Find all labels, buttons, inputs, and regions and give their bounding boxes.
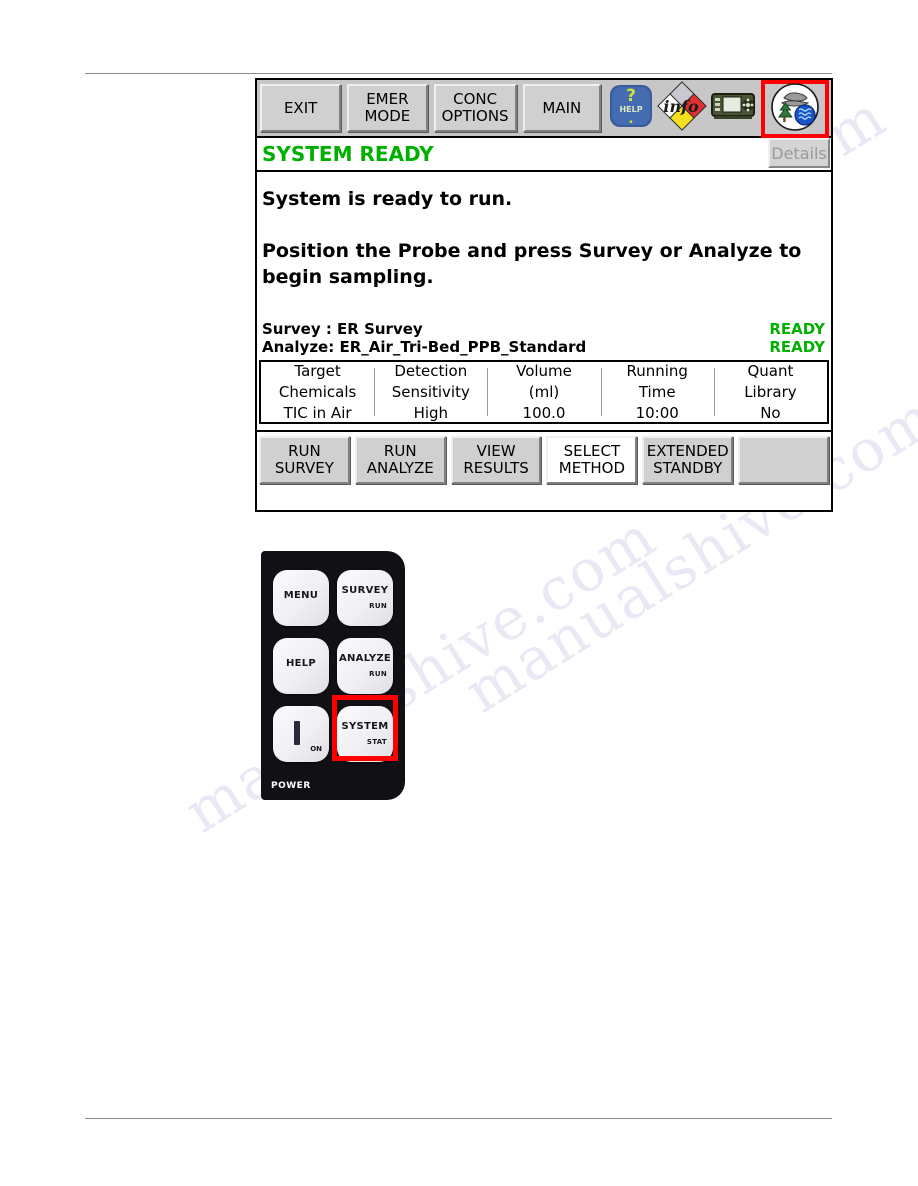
extended-standby-line2: STANDBY (653, 459, 723, 477)
keypad-key-analyze-label: ANALYZE (338, 653, 392, 664)
help-icon[interactable]: ? HELP . (609, 84, 653, 132)
table-column-target-chemicals: Target Chemicals TIC in Air (261, 362, 374, 422)
extended-standby-line1: EXTENDED (646, 442, 729, 460)
column-header-line1: Volume (516, 361, 572, 380)
method-summary: Survey : ER Survey READY Analyze: ER_Air… (257, 320, 831, 356)
device-screen: EXIT EMER MODE CONC OPTIONS MAIN ? HELP … (255, 78, 833, 512)
keypad-key-power-sublabel: ON (310, 745, 322, 753)
analyze-method-label: Analyze: ER_Air_Tri-Bed_PPB_Standard (262, 338, 587, 356)
page-footer-rule (85, 1118, 832, 1119)
table-column-quant-library: Quant Library No (713, 361, 827, 422)
column-header-line1: Detection (394, 361, 468, 380)
extended-standby-button[interactable]: EXTENDED STANDBY (642, 436, 734, 484)
power-bar-icon (294, 721, 300, 745)
message-body: System is ready to run. Position the Pro… (257, 172, 831, 320)
emer-mode-button[interactable]: EMER MODE (347, 84, 428, 132)
column-header-line1: Target (294, 361, 341, 380)
conc-options-line1: CONC (453, 90, 498, 108)
run-survey-button[interactable]: RUN SURVEY (259, 436, 350, 484)
keypad-key-help[interactable]: HELP (273, 638, 329, 694)
table-column-volume: Volume (ml) 100.0 (487, 362, 600, 422)
message-line-2: Position the Probe and press Survey or A… (262, 240, 802, 262)
emer-mode-line2: MODE (364, 107, 411, 125)
keypad-key-analyze-sublabel: RUN (369, 670, 387, 678)
column-value: 10:00 (635, 403, 679, 422)
table-column-detection-sensitivity: Detection Sensitivity High (374, 362, 487, 422)
run-survey-line1: RUN (288, 442, 321, 460)
keypad-key-survey-label: SURVEY (341, 585, 389, 596)
main-button-line1: MAIN (542, 98, 582, 117)
watermark-line: manualshive.com (173, 501, 668, 847)
info-icon[interactable]: info (657, 81, 707, 135)
keypad-key-system[interactable]: SYSTEM STAT (337, 706, 393, 762)
toolbar: EXIT EMER MODE CONC OPTIONS MAIN ? HELP … (257, 80, 831, 138)
instrument-icon[interactable] (711, 90, 755, 126)
keypad-key-system-label: SYSTEM (341, 721, 389, 732)
function-button-row: RUN SURVEY RUN ANALYZE VIEW RESULTS SELE… (257, 430, 831, 484)
toolbar-icon-group: ? HELP . info (609, 79, 829, 138)
column-value: 100.0 (522, 403, 566, 422)
keypad-key-analyze[interactable]: ANALYZE RUN (337, 638, 393, 694)
view-results-line1: VIEW (476, 442, 516, 460)
details-button[interactable]: Details (768, 138, 830, 168)
environment-icon-highlight (761, 80, 829, 138)
column-header-line2: Time (638, 382, 676, 401)
survey-method-row: Survey : ER Survey READY (262, 320, 825, 338)
run-analyze-line1: RUN (383, 442, 417, 460)
conc-options-button[interactable]: CONC OPTIONS (433, 84, 517, 132)
svg-text:?: ? (626, 86, 636, 106)
page-header-rule (85, 73, 832, 74)
message-line-3: begin sampling. (262, 266, 434, 288)
run-analyze-button[interactable]: RUN ANALYZE (354, 436, 446, 484)
keypad-key-menu[interactable]: MENU (273, 570, 329, 626)
select-method-line1: SELECT (563, 442, 621, 460)
exit-button-line1: EXIT (283, 98, 318, 117)
survey-method-label: Survey : ER Survey (262, 320, 423, 338)
column-header-line1: Running (626, 361, 688, 380)
status-bar: SYSTEM READY Details (257, 138, 831, 172)
blank-button[interactable] (738, 436, 829, 484)
analyze-method-state: READY (769, 338, 825, 356)
select-method-button[interactable]: SELECT METHOD (546, 436, 638, 484)
conc-options-line2: OPTIONS (441, 107, 509, 125)
view-results-line2: RESULTS (463, 459, 529, 477)
main-button[interactable]: MAIN (522, 84, 601, 132)
column-header-line2: Library (744, 382, 797, 401)
keypad-grid: MENU SURVEY RUN HELP ANALYZE RUN ON SYST… (273, 570, 395, 782)
environment-icon[interactable] (768, 83, 822, 135)
keypad-key-power[interactable]: ON (273, 706, 329, 762)
column-value: High (413, 403, 449, 422)
system-status-text: SYSTEM READY (262, 142, 434, 166)
power-label: POWER (271, 781, 311, 791)
method-parameters-table: Target Chemicals TIC in Air Detection Se… (259, 360, 829, 424)
analyze-method-row: Analyze: ER_Air_Tri-Bed_PPB_Standard REA… (262, 338, 825, 356)
survey-method-state: READY (769, 320, 825, 338)
column-value: No (760, 403, 781, 422)
device-keypad: MENU SURVEY RUN HELP ANALYZE RUN ON SYST… (261, 551, 405, 800)
column-header-line2: Chemicals (278, 382, 357, 401)
run-analyze-line2: ANALYZE (366, 459, 434, 477)
column-header-line1: Quant (747, 361, 794, 380)
svg-text:info: info (663, 97, 699, 116)
table-column-running-time: Running Time 10:00 (600, 361, 714, 422)
column-header-line2: Sensitivity (391, 382, 470, 401)
view-results-button[interactable]: VIEW RESULTS (450, 436, 542, 484)
exit-button[interactable]: EXIT (260, 84, 342, 132)
column-header-line2: (ml) (528, 382, 560, 401)
keypad-key-survey-sublabel: RUN (369, 602, 387, 610)
column-value: TIC in Air (283, 403, 352, 422)
keypad-key-system-sublabel: STAT (366, 738, 387, 746)
svg-text:.: . (629, 112, 634, 127)
select-method-line2: METHOD (558, 459, 625, 477)
message-line-1: System is ready to run. (262, 188, 513, 210)
keypad-key-menu-label: MENU (283, 590, 319, 601)
keypad-key-survey[interactable]: SURVEY RUN (337, 570, 393, 626)
emer-mode-line1: EMER (366, 90, 409, 108)
keypad-key-help-label: HELP (285, 658, 317, 669)
run-survey-line2: SURVEY (274, 459, 334, 477)
